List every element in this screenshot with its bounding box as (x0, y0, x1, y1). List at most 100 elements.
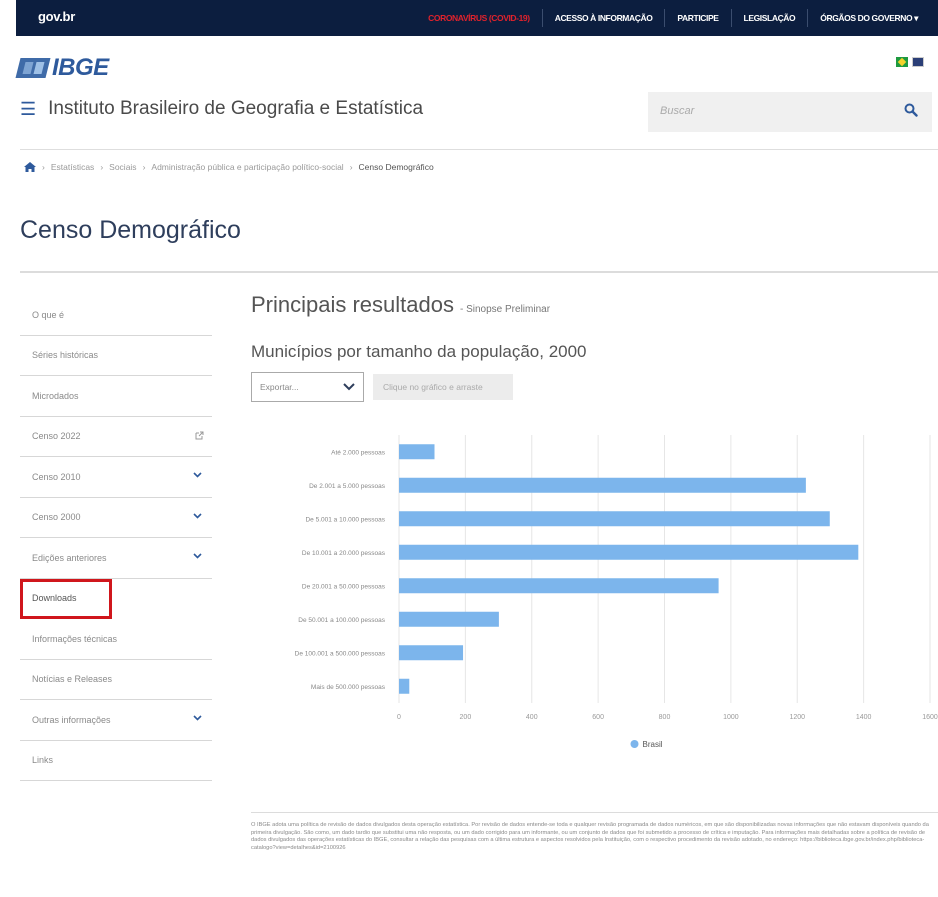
institute-name[interactable]: Instituto Brasileiro de Geografia e Esta… (48, 98, 423, 120)
section-title: Principais resultados (251, 292, 454, 317)
bar[interactable] (399, 477, 806, 493)
breadcrumb-item[interactable]: Sociais (109, 162, 136, 172)
flag-brazil-icon[interactable] (896, 57, 908, 67)
chevron-down-icon[interactable] (193, 472, 202, 478)
sidebar-item-edicoes-anteriores[interactable]: Edições anteriores (20, 538, 212, 579)
chevron-down-icon[interactable] (193, 512, 202, 519)
x-tick-label: 1000 (723, 714, 739, 721)
link-participe[interactable]: PARTICIPE (664, 9, 730, 27)
sidebar-item-censo-2010[interactable]: Censo 2010 (20, 457, 212, 498)
page-title: Censo Demográfico (20, 216, 241, 244)
bar-chart[interactable]: 0 200 400 600 800 1000 1200 1400 1600 Até 2.000 p… (240, 420, 938, 765)
category-label: Mais de 500.000 pessoas (311, 684, 386, 691)
category-label: De 5.001 a 10.000 pessoas (305, 516, 385, 523)
x-tick-label: 1600 (922, 714, 938, 721)
bar[interactable] (399, 544, 859, 560)
chevron-down-icon (343, 383, 355, 391)
zoom-hint: Clique no gráfico e arraste (373, 374, 513, 400)
govbr-logo[interactable]: gov.br (38, 9, 75, 24)
sidebar-nav: O que é Séries históricas Microdados Cen… (20, 295, 212, 781)
language-flags (896, 57, 924, 67)
legend-marker (630, 740, 639, 748)
breadcrumb: › Estatísticas › Sociais › Administração… (24, 162, 434, 172)
sidebar-item-censo-2000[interactable]: Censo 2000 (20, 498, 212, 538)
sidebar-item-noticias-releases[interactable]: Notícias e Releases (20, 660, 212, 700)
sidebar-item-label: Links (32, 755, 54, 766)
x-tick-label: 800 (659, 714, 671, 721)
sidebar-item-series-historicas[interactable]: Séries históricas (20, 336, 212, 376)
sidebar-item-informacoes-tecnicas[interactable]: Informações técnicas (20, 619, 212, 660)
divider (20, 271, 938, 273)
sidebar-item-label: Séries históricas (32, 350, 99, 361)
breadcrumb-separator: › (42, 162, 45, 172)
category-label: De 10.001 a 20.000 pessoas (302, 550, 386, 557)
export-select-value: Exportar... (260, 382, 299, 392)
sidebar-item-o-que-e[interactable]: O que é (20, 295, 212, 336)
x-tick-label: 200 (460, 714, 472, 721)
sidebar-item-downloads[interactable]: Downloads (20, 578, 112, 619)
home-icon[interactable] (24, 162, 36, 172)
institute-bar: ☰ Instituto Brasileiro de Geografia e Es… (20, 98, 423, 120)
ibge-logo[interactable]: IBGE (15, 54, 109, 82)
sidebar-item-label: Notícias e Releases (32, 674, 113, 685)
revision-footnote: O IBGE adota uma política de revisão de … (251, 822, 929, 851)
sidebar-item-label: Informações técnicas (32, 633, 118, 644)
search-input[interactable]: Buscar (660, 105, 694, 117)
sidebar-item-label: O que é (32, 309, 65, 320)
external-link-icon (195, 431, 204, 439)
bar[interactable] (399, 511, 830, 527)
bar[interactable] (399, 678, 410, 694)
link-legislacao[interactable]: LEGISLAÇÃO (730, 9, 808, 27)
breadcrumb-separator: › (142, 162, 146, 172)
sidebar-item-label: Censo 2010 (32, 471, 81, 482)
category-label: De 50.001 a 100.000 pessoas (298, 617, 385, 624)
bar[interactable] (399, 444, 435, 460)
breadcrumb-item[interactable]: Estatísticas (51, 162, 94, 172)
gov-bar: gov.br CORONAVÍRUS (COVID-19) ACESSO À I… (16, 0, 938, 36)
sidebar-item-censo-2022[interactable]: Censo 2022 (20, 417, 212, 457)
sidebar-item-label: Censo 2022 (32, 431, 81, 442)
breadcrumb-item[interactable]: Administração pública e participação pol… (151, 162, 343, 172)
breadcrumb-separator: › (349, 162, 353, 172)
link-coronavirus[interactable]: CORONAVÍRUS (COVID-19) (416, 9, 542, 27)
gov-links: CORONAVÍRUS (COVID-19) ACESSO À INFORMAÇ… (416, 0, 930, 36)
category-label: De 20.001 a 50.000 pessoas (302, 583, 386, 590)
x-tick-label: 1400 (856, 714, 872, 721)
flag-uk-icon[interactable] (912, 57, 924, 67)
x-tick-label: 1200 (789, 714, 805, 721)
bar[interactable] (399, 578, 719, 594)
sidebar-item-links[interactable]: Links (20, 741, 212, 781)
bar[interactable] (399, 611, 499, 627)
search-icon[interactable] (904, 103, 918, 117)
x-tick-label: 0 (397, 714, 401, 721)
sidebar-item-label: Microdados (32, 390, 79, 401)
category-label: Até 2.000 pessoas (331, 449, 386, 456)
sidebar-item-label: Outras informações (32, 714, 111, 725)
link-acesso-informacao[interactable]: ACESSO À INFORMAÇÃO (541, 9, 665, 27)
link-orgaos-governo[interactable]: ÓRGÃOS DO GOVERNO ▾ (807, 9, 930, 27)
legend-label[interactable]: Brasil (643, 740, 663, 749)
ibge-mark-icon (15, 58, 51, 78)
sidebar-item-outras-informacoes[interactable]: Outras informações (20, 700, 212, 741)
export-select[interactable]: Exportar... (251, 372, 364, 402)
chevron-down-icon[interactable] (193, 553, 202, 559)
x-tick-label: 400 (526, 714, 538, 721)
sidebar-item-label: Censo 2000 (32, 512, 81, 523)
chevron-down-icon[interactable] (193, 715, 202, 721)
sidebar-item-label: Downloads (32, 593, 77, 604)
chart-title: Municípios por tamanho da população, 200… (251, 342, 587, 361)
sidebar-item-label: Edições anteriores (32, 552, 107, 563)
x-tick-label: 600 (592, 714, 604, 721)
bar[interactable] (399, 645, 464, 661)
divider (251, 812, 938, 813)
search-box[interactable]: Buscar (648, 92, 932, 132)
breadcrumb-current: Censo Demográfico (358, 162, 434, 172)
category-label: De 2.001 a 5.000 pessoas (309, 483, 386, 490)
hamburger-menu-icon[interactable]: ☰ (20, 99, 36, 120)
section-heading: Principais resultados - Sinopse Prelimin… (251, 292, 550, 318)
divider (20, 149, 938, 150)
category-label: De 100.001 a 500.000 pessoas (295, 650, 386, 657)
sidebar-item-microdados[interactable]: Microdados (20, 376, 212, 417)
section-subtitle: - Sinopse Preliminar (459, 304, 551, 315)
breadcrumb-separator: › (100, 162, 104, 172)
